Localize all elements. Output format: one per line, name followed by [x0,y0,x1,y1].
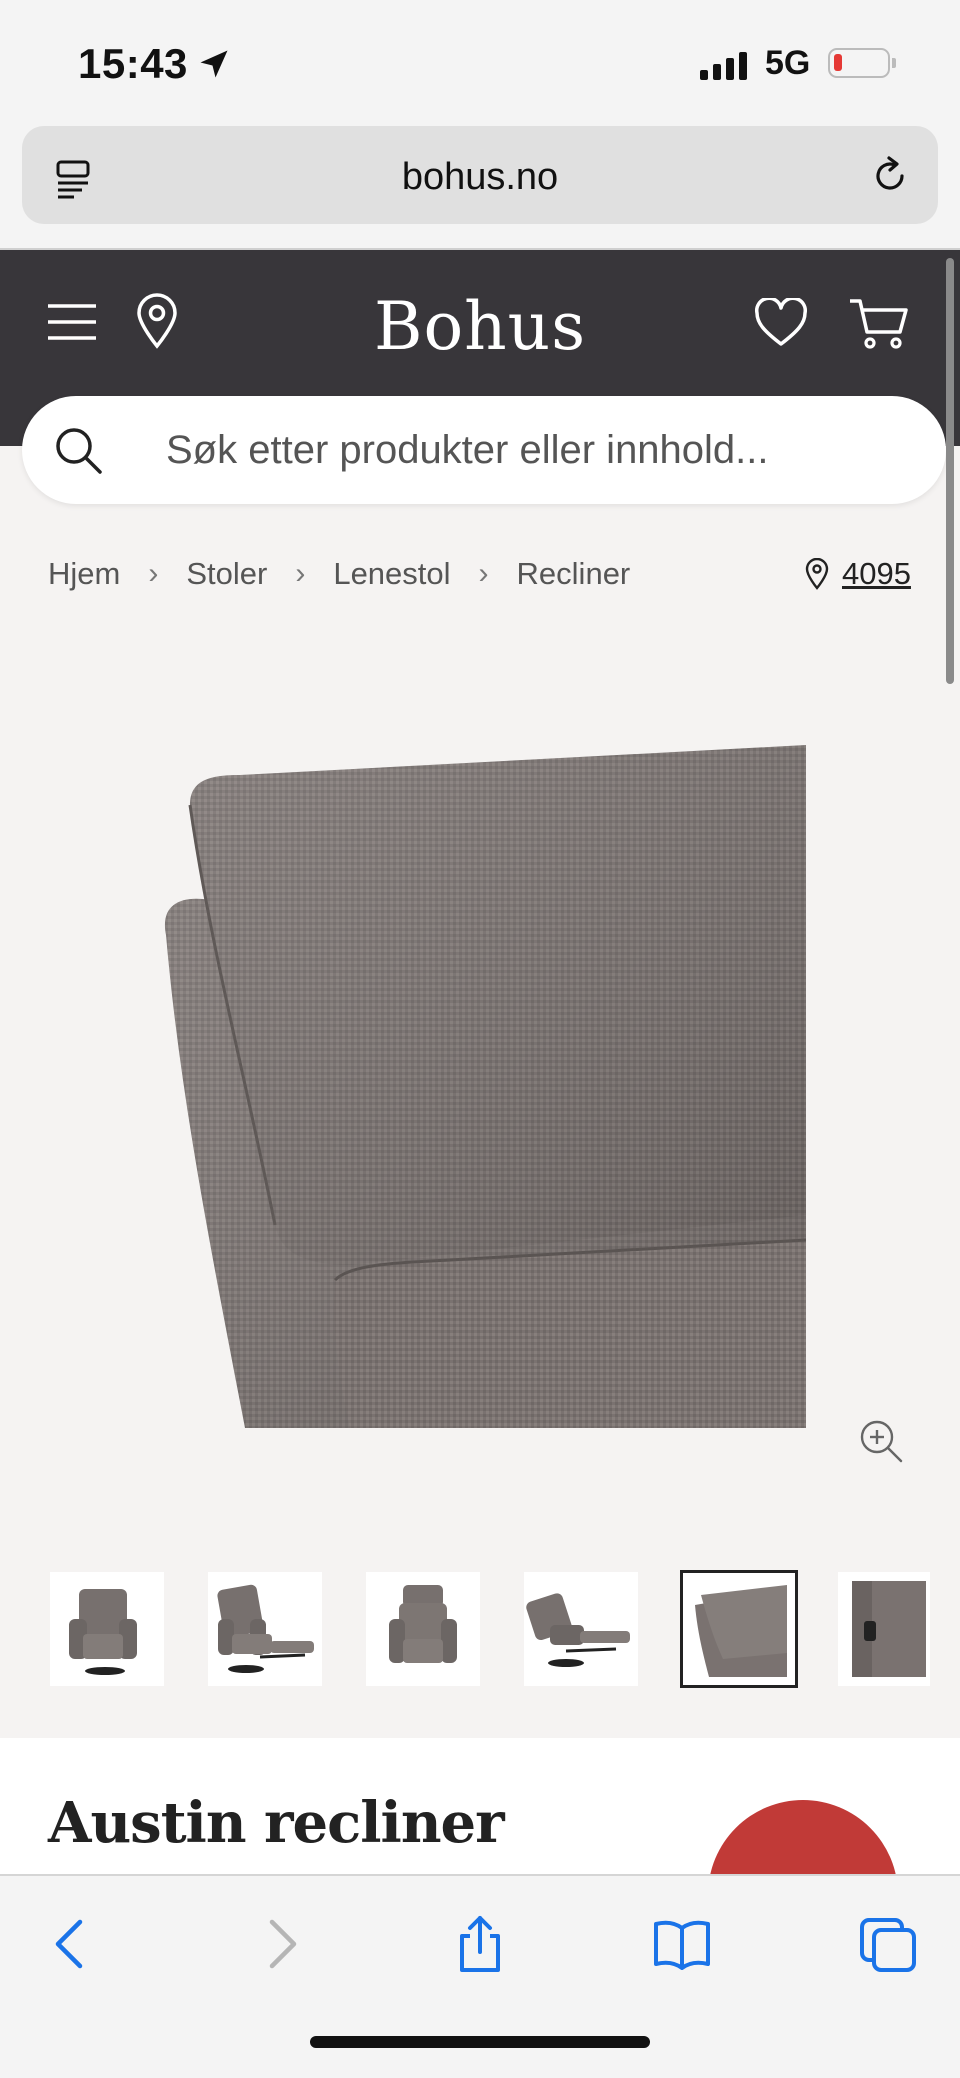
status-bar: 15:43 5G [0,0,960,120]
product-info-section: Austin recliner [0,1738,960,1990]
scrollbar[interactable] [946,258,954,684]
browser-url-area: bohus.no [0,120,960,250]
location-pin-icon [805,558,829,590]
breadcrumb-item-hjem[interactable]: Hjem [48,556,120,592]
product-main-image[interactable] [150,745,806,1428]
search-input[interactable] [166,422,906,478]
zoom-in-icon[interactable] [858,1418,904,1464]
breadcrumb-separator: › [148,557,159,590]
signal-icon [700,50,747,80]
breadcrumb-item-stoler[interactable]: Stoler [186,556,267,592]
breadcrumb-separator: › [478,557,489,590]
bookmarks-icon[interactable] [652,1914,712,1974]
address-bar[interactable]: bohus.no [22,126,938,224]
breadcrumb-separator: › [295,557,306,590]
reload-icon[interactable] [868,154,912,198]
battery-icon [828,48,896,78]
recliner-side-thumbnail-image [526,1593,630,1667]
recliner-handle-thumbnail-image [852,1581,926,1677]
thumbnail-strip [50,1570,930,1688]
recliner-thumbnail-image [69,1589,137,1675]
location-arrow-icon [200,50,228,78]
recliner-reclined-thumbnail-image [217,1584,314,1673]
brand-logo[interactable]: Bohus [0,288,960,365]
network-label: 5G [765,44,811,82]
product-title: Austin recliner [48,1790,505,1856]
store-selector[interactable]: 4095 [804,556,911,592]
recliner-front-thumbnail-image [389,1585,457,1663]
back-icon[interactable] [42,1914,102,1974]
thumbnail-5[interactable] [680,1570,798,1688]
status-time: 15:43 [78,40,188,87]
forward-icon[interactable] [250,1914,310,1974]
thumbnail-2[interactable] [208,1572,322,1686]
store-number[interactable]: 4095 [842,556,911,592]
thumbnail-6[interactable] [838,1572,930,1686]
breadcrumb-item-recliner[interactable]: Recliner [517,556,631,592]
tabs-icon[interactable] [858,1914,918,1974]
search-icon[interactable] [52,424,104,476]
home-indicator[interactable] [310,2036,650,2048]
thumbnail-3[interactable] [366,1572,480,1686]
url-text[interactable]: bohus.no [22,156,938,199]
fabric-closeup-thumbnail-image [687,1577,791,1681]
shopping-cart-icon[interactable] [848,296,910,352]
breadcrumb-item-lenestol[interactable]: Lenestol [333,556,450,592]
breadcrumb: Hjem › Stoler › Lenestol › Recliner [48,556,630,592]
thumbnail-1[interactable] [50,1572,164,1686]
share-icon[interactable] [450,1914,510,1974]
wishlist-heart-icon[interactable] [754,298,808,348]
search-box[interactable] [22,396,946,504]
thumbnail-4[interactable] [524,1572,638,1686]
